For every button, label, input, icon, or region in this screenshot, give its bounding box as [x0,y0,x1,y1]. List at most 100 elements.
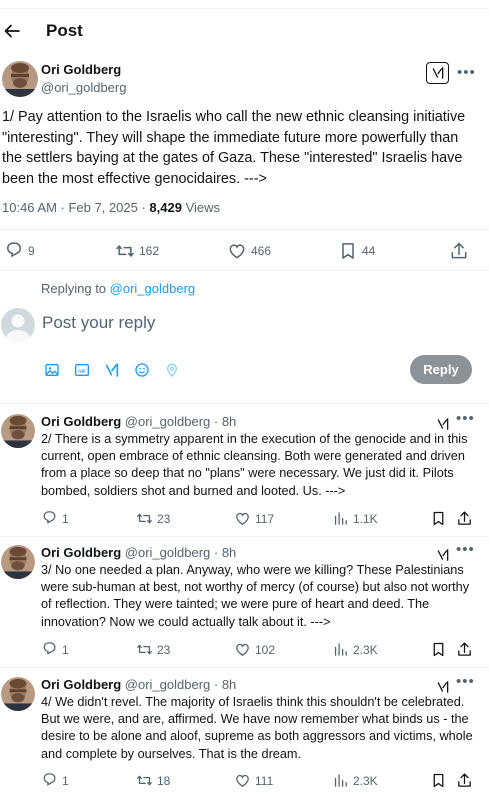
replying-to: Replying to @ori_goldberg [41,281,195,296]
reply-count: 1 [62,642,69,657]
views-button[interactable]: 2.3K [332,641,378,658]
reply-button[interactable]: 1 [41,772,69,789]
reply-submit-button[interactable]: Reply [410,355,472,384]
post-time[interactable]: 10:46 AM · Feb 7, 2025 · [2,200,149,215]
reply-count: 9 [28,244,35,258]
bookmark-button[interactable]: 44 [338,241,375,261]
reply-input[interactable] [42,313,342,333]
reply-author-handle[interactable]: @ori_goldberg · 8h [125,677,236,692]
emoji-icon[interactable] [134,361,164,379]
views-icon [334,512,347,525]
like-count: 111 [255,773,274,788]
reply-text: 4/ We didn't revel. The majority of Isra… [41,695,473,761]
post-author: Ori Goldberg @ori_goldberg [0,60,489,100]
svg-text:GIF: GIF [78,368,86,373]
like-button[interactable]: 117 [234,510,274,527]
reply-header: Ori Goldberg @ori_goldberg · 8h [41,414,236,429]
views-count: 8,429 [149,200,182,215]
page-title: Post [46,21,83,40]
share-icon [458,773,471,787]
reply-author-name[interactable]: Ori Goldberg [41,414,121,429]
views-icon [334,774,347,787]
views-button[interactable]: 1.1K [332,510,378,527]
image-icon[interactable] [44,361,74,379]
grok-icon[interactable] [426,62,449,84]
page-header: Post [0,14,489,48]
reply-header: Ori Goldberg @ori_goldberg · 8h [41,545,236,560]
reply-author-handle[interactable]: @ori_goldberg · 8h [125,545,236,560]
repost-button[interactable]: 162 [115,241,159,261]
reply-count: 1 [62,773,69,788]
more-icon[interactable]: ••• [456,541,475,558]
repost-icon [137,775,152,786]
share-icon [458,642,471,656]
repost-button[interactable]: 23 [136,510,170,527]
divider [0,270,489,271]
like-icon [236,512,249,525]
bookmark-count: 44 [362,244,376,258]
reply-tweet[interactable]: Ori Goldberg @ori_goldberg · 8h ••• 4/ W… [0,673,489,789]
like-count: 466 [251,244,272,258]
replying-prefix: Replying to [41,281,110,296]
bookmark-button[interactable] [430,772,447,789]
repost-icon [116,245,134,257]
repost-button[interactable]: 23 [136,641,170,658]
views-button[interactable]: 2.3K [332,772,378,789]
reply-icon [43,642,56,655]
back-arrow-icon[interactable] [2,21,22,41]
repost-count: 23 [157,642,171,657]
replying-handle-link[interactable]: @ori_goldberg [110,281,195,296]
more-icon[interactable]: ••• [457,64,476,81]
reply-author-handle[interactable]: @ori_goldberg · 8h [125,414,236,429]
reply-button[interactable]: 1 [41,510,69,527]
top-divider [0,8,489,9]
views-label: Views [181,200,221,215]
share-button[interactable] [456,641,473,658]
like-button[interactable]: 111 [234,772,273,789]
author-handle[interactable]: @ori_goldberg [41,80,126,95]
user-avatar[interactable] [1,308,35,342]
divider [0,667,489,668]
grok-icon[interactable] [104,361,134,379]
views-count: 2.3K [353,642,378,657]
compose-toolbar: GIF [44,361,194,379]
share-button[interactable] [456,772,473,789]
like-icon [236,774,249,787]
share-button[interactable] [456,510,473,527]
more-icon[interactable]: ••• [456,673,475,690]
bookmark-icon [342,243,354,259]
reply-author-name[interactable]: Ori Goldberg [41,545,121,560]
author-name[interactable]: Ori Goldberg [41,62,121,77]
repost-count: 18 [157,773,171,788]
bookmark-button[interactable] [430,641,447,658]
avatar[interactable] [2,61,38,97]
bookmark-icon [433,642,444,657]
reply-button[interactable]: 9 [4,241,35,261]
repost-button[interactable]: 18 [136,772,170,789]
gif-icon[interactable]: GIF [74,361,104,379]
share-button[interactable] [449,241,469,261]
avatar[interactable] [1,677,35,711]
bookmark-button[interactable] [430,510,447,527]
like-count: 117 [255,511,275,526]
location-icon[interactable] [164,361,194,379]
repost-count: 162 [139,244,160,258]
like-count: 102 [255,642,276,657]
bookmark-icon [433,511,444,526]
views-icon [334,643,347,656]
share-icon [458,511,471,525]
like-button[interactable]: 466 [227,241,271,261]
more-icon[interactable]: ••• [456,410,475,427]
reply-author-name[interactable]: Ori Goldberg [41,677,121,692]
reply-text: 3/ No one needed a plan. Anyway, who wer… [41,563,470,629]
avatar[interactable] [1,545,35,579]
reply-tweet[interactable]: Ori Goldberg @ori_goldberg · 8h ••• 3/ N… [0,541,489,658]
reply-header: Ori Goldberg @ori_goldberg · 8h [41,677,236,692]
repost-count: 23 [157,511,171,526]
reply-tweet[interactable]: Ori Goldberg @ori_goldberg · 8h ••• 2/ T… [0,410,489,527]
like-button[interactable]: 102 [234,641,275,658]
divider [0,229,489,230]
divider [0,536,489,537]
avatar[interactable] [1,414,35,448]
reply-button[interactable]: 1 [41,641,69,658]
